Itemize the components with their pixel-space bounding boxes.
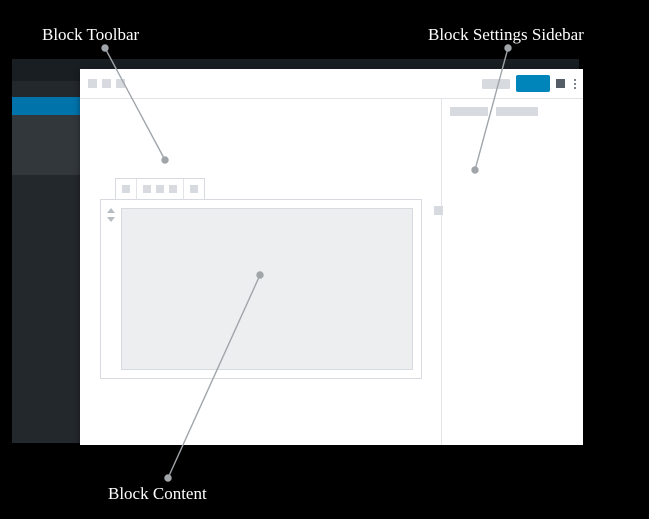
block-toolbar bbox=[115, 178, 205, 200]
block-toolbar-group-align bbox=[137, 179, 184, 199]
block-more-icon[interactable] bbox=[190, 185, 198, 193]
block-content-area[interactable] bbox=[121, 208, 413, 370]
block-toolbar-group-type bbox=[116, 179, 137, 199]
align-right-icon[interactable] bbox=[169, 185, 177, 193]
redo-icon[interactable] bbox=[116, 79, 125, 88]
align-left-icon[interactable] bbox=[143, 185, 151, 193]
editor-canvas bbox=[80, 99, 441, 445]
tab-block[interactable] bbox=[496, 107, 538, 116]
label-block-content: Block Content bbox=[108, 484, 207, 504]
block-inserter-icon[interactable] bbox=[434, 206, 443, 215]
selected-block[interactable] bbox=[100, 199, 422, 379]
editor-top-toolbar bbox=[80, 69, 583, 99]
align-center-icon[interactable] bbox=[156, 185, 164, 193]
tab-document[interactable] bbox=[450, 107, 488, 116]
save-status-pill bbox=[482, 79, 510, 89]
more-menu-icon[interactable] bbox=[574, 79, 577, 89]
settings-toggle-icon[interactable] bbox=[556, 79, 565, 88]
admin-menu-active bbox=[12, 97, 80, 115]
toolbar-right-group bbox=[482, 75, 577, 92]
label-block-settings-sidebar: Block Settings Sidebar bbox=[428, 25, 584, 45]
label-block-toolbar: Block Toolbar bbox=[42, 25, 139, 45]
block-type-icon[interactable] bbox=[122, 185, 130, 193]
publish-button[interactable] bbox=[516, 75, 550, 92]
block-settings-sidebar bbox=[441, 99, 583, 445]
toolbar-left-group bbox=[88, 79, 125, 88]
undo-icon[interactable] bbox=[102, 79, 111, 88]
block-toolbar-group-more bbox=[184, 179, 204, 199]
block-mover-handle[interactable] bbox=[105, 208, 117, 222]
editor-window bbox=[80, 69, 583, 445]
admin-submenu bbox=[12, 115, 80, 175]
sidebar-tabs bbox=[450, 107, 538, 116]
add-block-icon[interactable] bbox=[88, 79, 97, 88]
